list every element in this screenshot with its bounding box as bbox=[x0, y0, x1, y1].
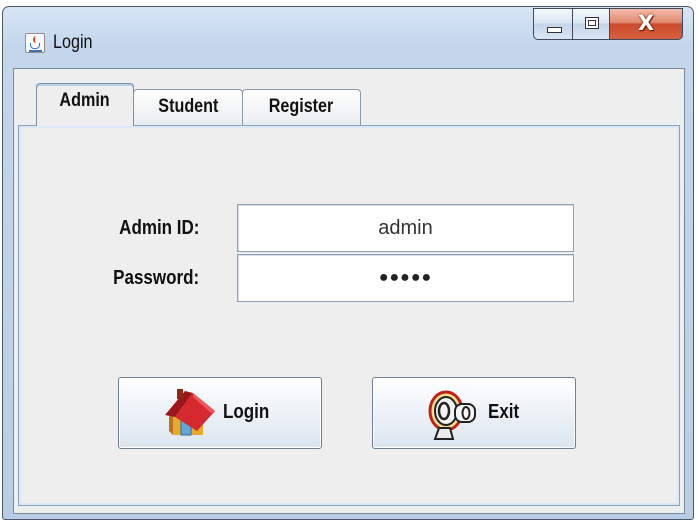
tab-student[interactable]: Student bbox=[133, 89, 243, 125]
window-title: Login bbox=[53, 32, 93, 53]
admin-tab-panel: Admin ID: admin Password: ●●●●● Login Ex… bbox=[18, 125, 680, 506]
maximize-button[interactable] bbox=[572, 8, 610, 40]
tab-student-label: Student bbox=[157, 96, 219, 117]
admin-id-label: Admin ID: bbox=[118, 217, 199, 239]
password-label: Password: bbox=[113, 267, 199, 289]
java-cup-icon[interactable] bbox=[25, 33, 45, 53]
close-button[interactable]: X bbox=[610, 8, 683, 40]
title-bar[interactable]: Login X bbox=[3, 7, 693, 67]
password-field[interactable]: ●●●●● bbox=[237, 254, 574, 302]
tab-admin[interactable]: Admin bbox=[36, 83, 134, 126]
admin-id-field[interactable]: admin bbox=[237, 204, 574, 252]
minimize-icon bbox=[547, 27, 562, 33]
minimize-button[interactable] bbox=[533, 8, 572, 40]
tab-register[interactable]: Register bbox=[242, 89, 361, 125]
login-button-label: Login bbox=[223, 401, 270, 423]
login-window: Login X Admin Student Register Admin ID:… bbox=[2, 6, 694, 520]
exit-button[interactable]: Exit bbox=[372, 377, 576, 449]
key-icon bbox=[428, 390, 476, 440]
maximize-icon bbox=[585, 17, 599, 29]
caption-buttons: X bbox=[533, 8, 683, 40]
home-icon bbox=[165, 389, 215, 436]
tab-admin-label: Admin bbox=[59, 90, 111, 111]
login-button[interactable]: Login bbox=[118, 377, 322, 449]
exit-button-label: Exit bbox=[488, 401, 520, 423]
close-icon: X bbox=[637, 11, 655, 35]
tab-register-label: Register bbox=[269, 96, 334, 117]
client-area: Admin Student Register Admin ID: admin P… bbox=[13, 68, 685, 514]
